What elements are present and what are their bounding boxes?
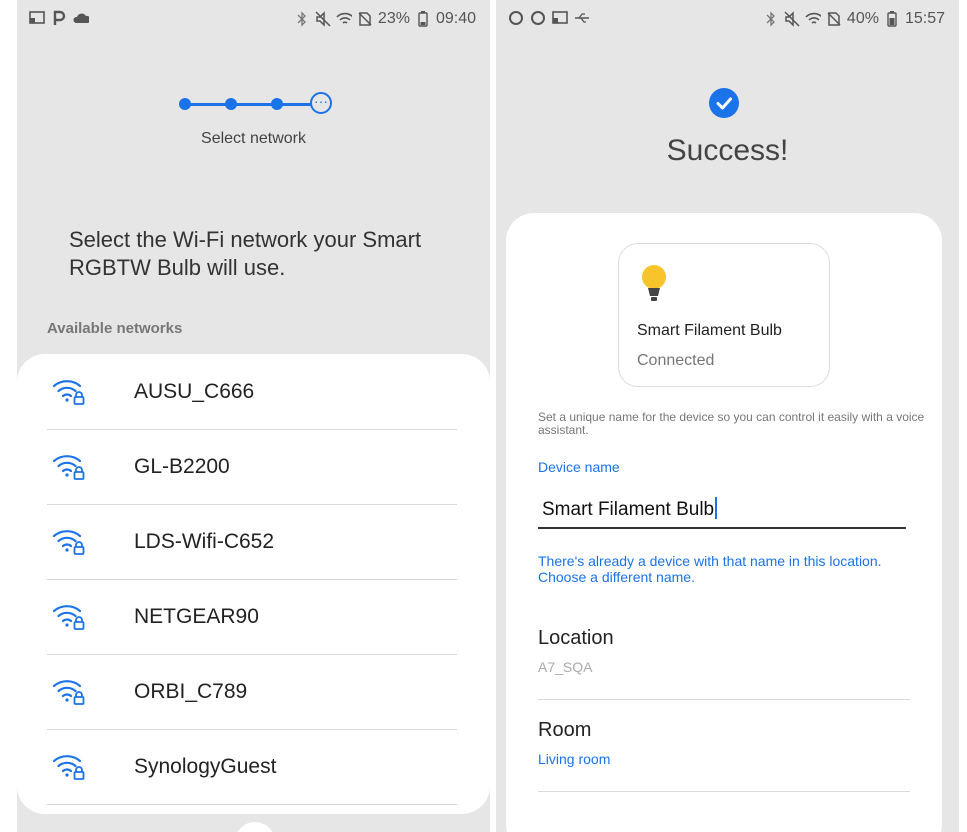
bluetooth-icon (294, 11, 310, 27)
no-sim-icon (357, 11, 373, 27)
naming-hint: Set a unique name for the device so you … (538, 410, 925, 437)
clock: 15:57 (904, 10, 945, 27)
network-ssid: ORBI_C789 (134, 680, 248, 703)
setup-stepper: ··· (179, 92, 349, 116)
status-bar: 23% 09:40 (17, 6, 490, 36)
clock: 09:40 (435, 10, 476, 27)
location-row[interactable]: Location A7_SQA (538, 617, 910, 700)
step-2-dot (225, 98, 237, 110)
name-error-message: There's already a device with that name … (538, 553, 882, 585)
success-check-icon (709, 88, 739, 118)
step-1-dot (179, 98, 191, 110)
step-current-more-icon: ··· (310, 92, 332, 114)
wifi-prompt: Select the Wi-Fi network your Smart RGBT… (69, 227, 422, 280)
battery-icon (415, 11, 431, 27)
device-name-input[interactable]: Smart Filament Bulb (538, 491, 906, 529)
network-item[interactable]: LDS-Wifi-C652 (47, 504, 457, 580)
wifi-lock-icon (52, 376, 90, 406)
step-label: Select network (201, 130, 306, 147)
wifi-status-icon (336, 11, 352, 27)
battery-percent: 23% (377, 10, 410, 27)
wifi-lock-icon (52, 526, 90, 556)
location-value: A7_SQA (538, 659, 593, 675)
parking-icon (51, 10, 67, 26)
bulb-icon (641, 264, 671, 304)
wifi-status-icon (805, 11, 821, 27)
text-caret (715, 497, 718, 519)
mute-icon (315, 11, 331, 27)
room-value: Living room (538, 751, 611, 767)
battery-icon (884, 11, 900, 27)
network-list: AUSU_C666 GL-B2200 LDS-Wifi-C652 NETGEAR… (17, 354, 490, 814)
no-sim-icon (826, 11, 842, 27)
status-bar: 40% 15:57 (496, 6, 959, 36)
cast-icon (552, 10, 568, 26)
available-networks-label: Available networks (47, 320, 183, 337)
network-ssid: SynologyGuest (134, 755, 277, 778)
wifi-lock-icon (52, 451, 90, 481)
wifi-lock-icon (52, 676, 90, 706)
wifi-lock-icon (52, 601, 90, 631)
success-screen: 40% 15:57 Success! Smart Filament Bulb C… (496, 0, 959, 832)
battery-percent: 40% (846, 10, 879, 27)
room-row[interactable]: Room Living room (538, 709, 910, 792)
device-name-value: Smart Filament Bulb (542, 499, 715, 520)
bottom-handle (235, 822, 275, 832)
device-details-sheet: Smart Filament Bulb Connected Set a uniq… (506, 213, 942, 832)
success-title: Success! (666, 134, 789, 167)
step-3-dot (271, 98, 283, 110)
network-item[interactable]: GL-B2200 (47, 429, 457, 505)
stepper-line (185, 103, 320, 106)
mute-icon (784, 11, 800, 27)
device-status: Connected (637, 352, 715, 369)
device-card: Smart Filament Bulb Connected (618, 243, 830, 387)
room-label: Room (538, 719, 592, 741)
usb-icon (574, 10, 590, 26)
network-ssid: GL-B2200 (134, 455, 230, 478)
device-name-label: Smart Filament Bulb (637, 322, 782, 339)
bluetooth-icon (763, 11, 779, 27)
circle-icon (508, 10, 524, 26)
cast-icon (29, 10, 45, 26)
circle-icon (530, 10, 546, 26)
wifi-lock-icon (52, 751, 90, 781)
network-ssid: NETGEAR90 (134, 605, 259, 628)
network-item[interactable]: SynologyGuest (47, 729, 457, 805)
network-item[interactable]: ORBI_C789 (47, 654, 457, 730)
network-item[interactable]: NETGEAR90 (47, 579, 457, 655)
network-selection-screen: 23% 09:40 ··· Select network Select the … (17, 0, 490, 832)
network-ssid: AUSU_C666 (134, 380, 255, 403)
network-ssid: LDS-Wifi-C652 (134, 530, 275, 553)
cloud-icon (73, 10, 89, 26)
location-label: Location (538, 627, 614, 649)
network-item[interactable]: AUSU_C666 (47, 354, 457, 430)
device-name-field-label: Device name (538, 459, 620, 475)
